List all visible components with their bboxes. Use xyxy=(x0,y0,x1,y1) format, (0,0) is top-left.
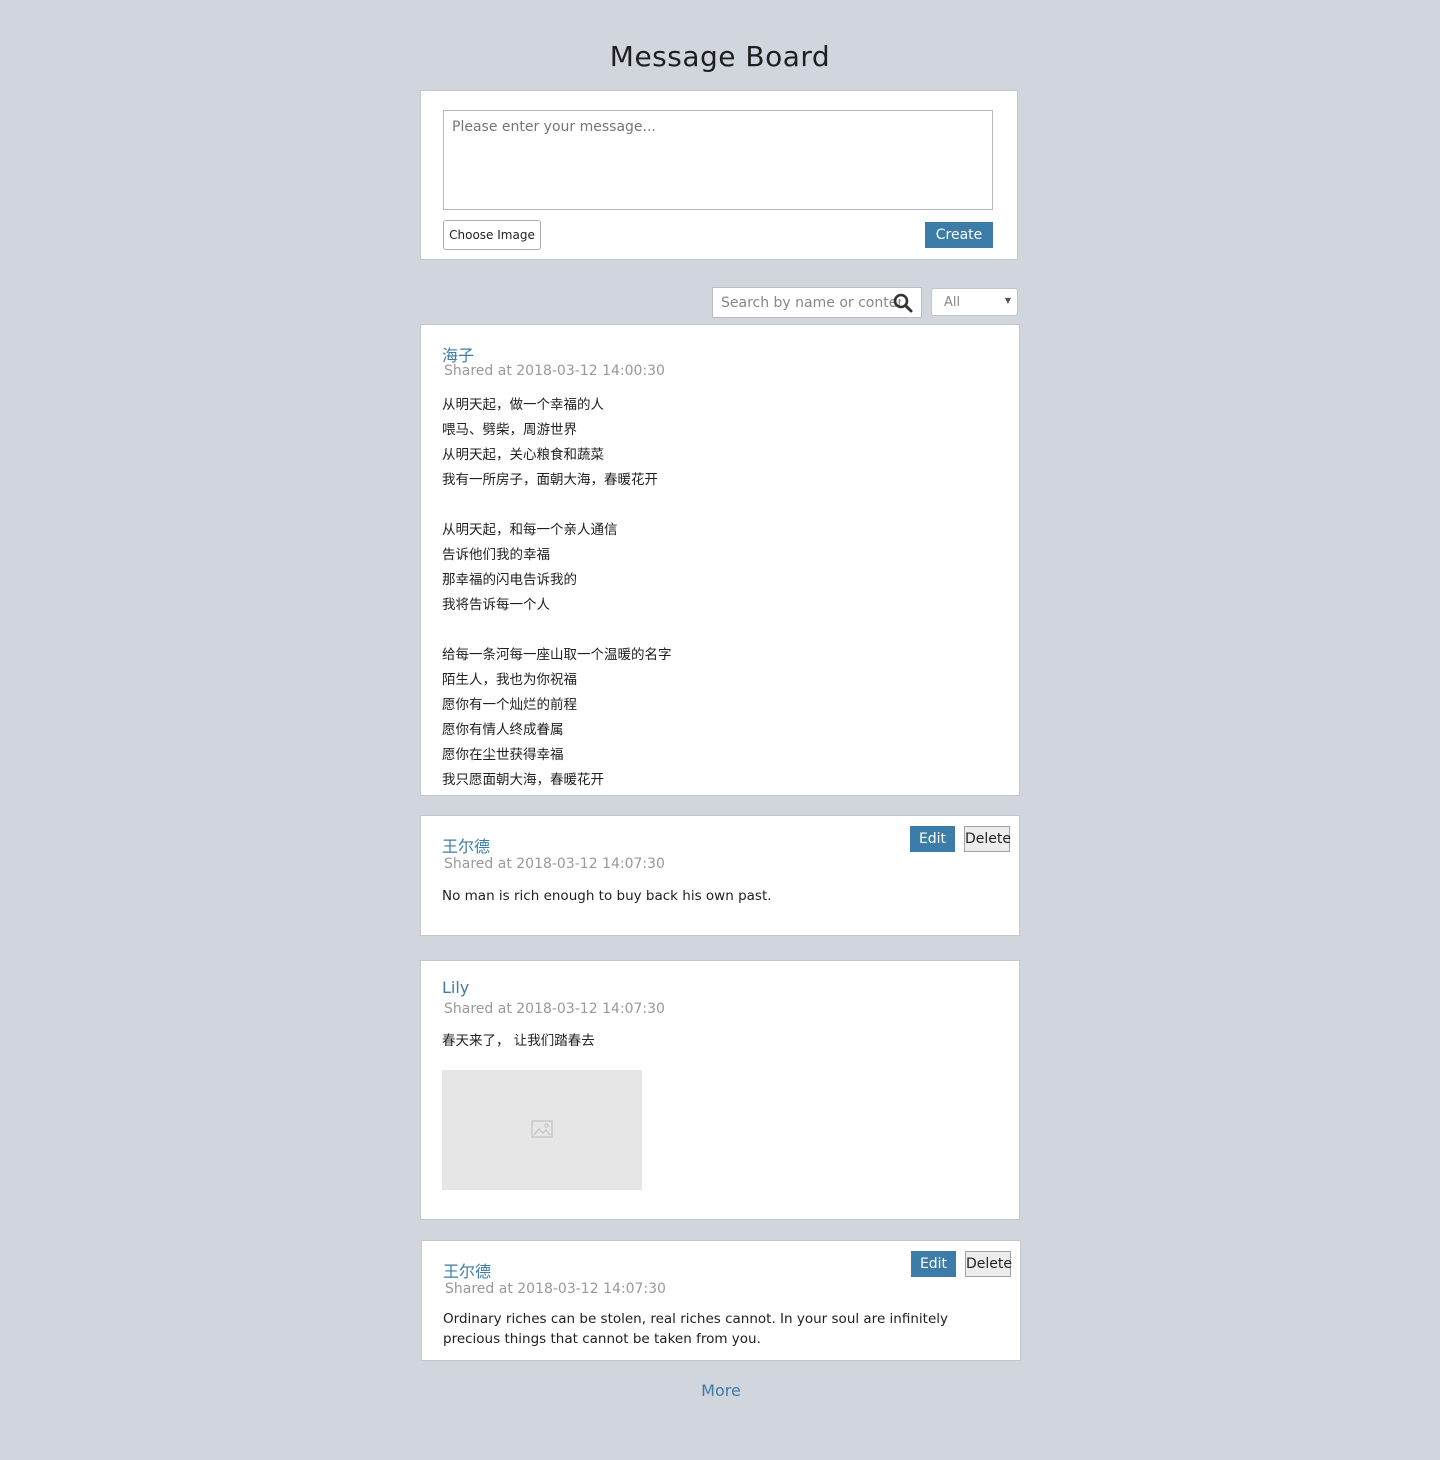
message-author[interactable]: Lily xyxy=(442,978,469,997)
message-input[interactable] xyxy=(443,110,993,210)
message-author[interactable]: 王尔德 xyxy=(442,833,490,857)
edit-button[interactable]: Edit xyxy=(911,1251,956,1277)
delete-button[interactable]: Delete xyxy=(965,1251,1012,1277)
choose-image-button[interactable]: Choose Image xyxy=(443,220,541,250)
message-image[interactable] xyxy=(442,1070,642,1190)
message-time: Shared at 2018-03-12 14:07:30 xyxy=(444,856,665,872)
poem-line: 那幸福的闪电告诉我的 xyxy=(442,572,577,588)
delete-button[interactable]: Delete xyxy=(964,826,1011,852)
message-card: 王尔德 Shared at 2018-03-12 14:07:30 Edit D… xyxy=(420,815,1020,936)
message-card: 王尔德 Shared at 2018-03-12 14:07:30 Edit D… xyxy=(421,1240,1021,1361)
message-time: Shared at 2018-03-12 14:00:30 xyxy=(444,363,665,379)
poem-line: 给每一条河每一座山取一个温暖的名字 xyxy=(442,647,672,663)
create-button[interactable]: Create xyxy=(925,222,993,248)
message-card: Lily Shared at 2018-03-12 14:07:30 春天来了，… xyxy=(420,960,1020,1220)
message-author[interactable]: 王尔德 xyxy=(443,1258,491,1282)
more-link[interactable]: More xyxy=(0,1381,1440,1400)
poem-line: 告诉他们我的幸福 xyxy=(442,547,550,563)
poem-line: 我只愿面朝大海，春暖花开 xyxy=(442,772,604,788)
filter-value: All xyxy=(944,295,961,310)
poem-line: 我将告诉每一个人 xyxy=(442,597,550,613)
message-card: 海子 Shared at 2018-03-12 14:00:30 从明天起，做一… xyxy=(420,324,1020,796)
chevron-down-icon: ▼ xyxy=(1004,296,1011,305)
poem-line: 喂马、劈柴，周游世界 xyxy=(442,422,577,438)
poem-line xyxy=(442,618,672,643)
page-title: Message Board xyxy=(609,40,831,73)
filter-select[interactable]: All ▼ xyxy=(931,288,1018,316)
poem-line: 我有一所房子，面朝大海，春暖花开 xyxy=(442,472,658,488)
message-text: Ordinary riches can be stolen, real rich… xyxy=(443,1311,948,1347)
poem-line: 从明天起，关心粮食和蔬菜 xyxy=(442,447,604,463)
composer-panel: Choose Image Create xyxy=(420,90,1018,260)
poem-line xyxy=(442,493,672,518)
image-icon xyxy=(531,1120,553,1138)
poem-line: 从明天起，做一个幸福的人 xyxy=(442,397,604,413)
poem-line: 愿你有一个灿烂的前程 xyxy=(442,697,577,713)
search-icon[interactable] xyxy=(893,293,913,313)
poem-line: 愿你在尘世获得幸福 xyxy=(442,747,564,763)
message-text: 从明天起，做一个幸福的人 喂马、劈柴，周游世界 从明天起，关心粮食和蔬菜 我有一… xyxy=(442,393,672,793)
search-input[interactable] xyxy=(713,288,909,317)
message-text: No man is rich enough to buy back his ow… xyxy=(442,888,772,904)
message-text: 春天来了， 让我们踏春去 xyxy=(442,1033,595,1049)
message-time: Shared at 2018-03-12 14:07:30 xyxy=(444,1001,665,1017)
poem-line: 陌生人，我也为你祝福 xyxy=(442,672,577,688)
message-time: Shared at 2018-03-12 14:07:30 xyxy=(445,1281,666,1297)
poem-line: 愿你有情人终成眷属 xyxy=(442,722,564,738)
poem-line: 从明天起，和每一个亲人通信 xyxy=(442,522,618,538)
edit-button[interactable]: Edit xyxy=(910,826,955,852)
search-box xyxy=(712,287,922,318)
